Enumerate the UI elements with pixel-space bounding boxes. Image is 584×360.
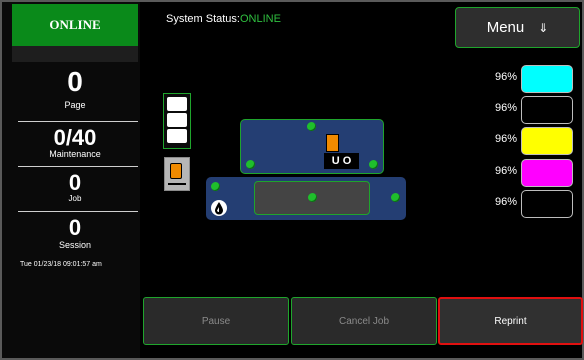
maintenance-counter: 0/40 Maintenance — [12, 125, 138, 160]
pause-button[interactable]: Pause — [143, 297, 289, 345]
paper-trays[interactable] — [163, 93, 191, 149]
ink-level-black-2: 96% — [495, 196, 518, 208]
cartridge-icon — [170, 163, 182, 179]
printhead-status-bar: U O — [324, 153, 359, 169]
ink-swatch-yellow[interactable] — [521, 127, 573, 155]
status-strip — [12, 46, 138, 62]
system-status-label: System Status: — [166, 13, 240, 25]
menu-button[interactable]: Menu ⇓ — [455, 7, 580, 48]
page-count-value: 0 — [67, 66, 83, 97]
ink-drop-icon — [211, 200, 227, 216]
maintenance-count-value: 0/40 — [53, 125, 97, 150]
ink-swatch-magenta[interactable] — [521, 159, 573, 187]
ink-swatch-cyan[interactable] — [521, 65, 573, 93]
system-status: System Status:ONLINE — [166, 13, 281, 25]
ink-level-cyan: 96% — [495, 71, 518, 83]
page-counter: 0 Page — [12, 66, 138, 111]
job-counter: 0 Job — [12, 170, 138, 204]
status-dot-icon — [369, 160, 378, 169]
job-count-value: 0 — [68, 170, 82, 195]
menu-label: Menu — [486, 19, 525, 36]
session-counter: 0 Session — [12, 215, 138, 251]
ink-level-yellow: 96% — [495, 133, 518, 145]
status-dot-icon — [307, 122, 316, 131]
ink-level-black: 96% — [495, 102, 518, 114]
maintenance-count-label: Maintenance — [49, 149, 101, 159]
ink-swatch-black[interactable] — [521, 96, 573, 124]
tray-icon — [167, 97, 187, 111]
tray-icon — [167, 113, 187, 127]
status-dot-icon — [391, 193, 400, 202]
online-status-badge: ONLINE — [12, 4, 138, 46]
timestamp: Tue 01/23/18 09:01:57 am — [20, 261, 102, 268]
cancel-job-button[interactable]: Cancel Job — [291, 297, 437, 345]
divider — [18, 121, 138, 122]
status-dot-icon — [308, 193, 317, 202]
arrow-down-icon: ⇓ — [538, 20, 549, 35]
session-count-value: 0 — [68, 215, 82, 240]
page-count-label: Page — [64, 100, 86, 110]
ink-swatch-black-2[interactable] — [521, 190, 573, 218]
tray-icon — [167, 129, 187, 143]
status-dot-icon — [211, 182, 220, 191]
status-dot-icon — [246, 160, 255, 169]
ink-level-magenta: 96% — [495, 165, 518, 177]
system-status-value: ONLINE — [239, 13, 281, 25]
cartridge-base — [168, 183, 186, 185]
reprint-button[interactable]: Reprint — [438, 297, 583, 345]
printhead-cartridge-icon — [326, 134, 339, 152]
job-count-label: Job — [68, 194, 82, 203]
cartridge-status-icon[interactable] — [164, 157, 190, 191]
divider — [18, 211, 138, 212]
session-count-label: Session — [58, 240, 92, 250]
divider — [18, 166, 138, 167]
